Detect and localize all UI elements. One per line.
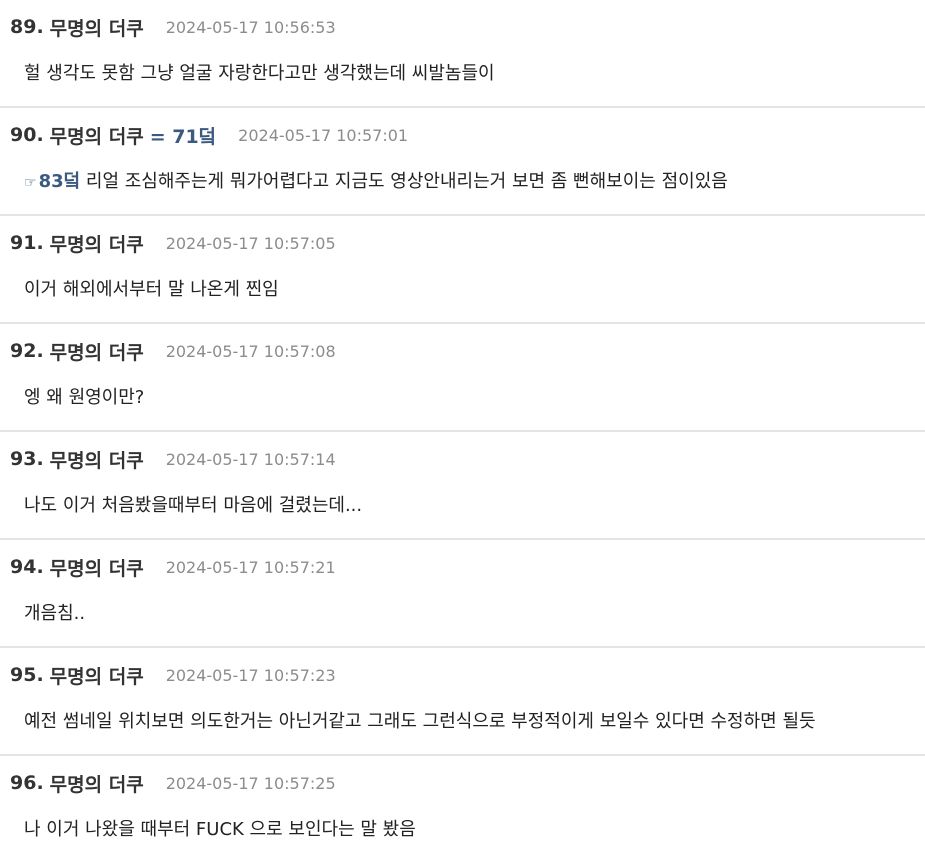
comment-item: 92. 무명의 더쿠 2024-05-17 10:57:08 엥 왜 원영이만? — [0, 324, 925, 432]
comment-timestamp: 2024-05-17 10:56:53 — [165, 17, 336, 37]
comment-anchor-link[interactable]: 83덬 — [39, 171, 81, 192]
comment-item: 96. 무명의 더쿠 2024-05-17 10:57:25 나 이거 나왔을 … — [0, 756, 925, 864]
comment-header: 95. 무명의 더쿠 2024-05-17 10:57:23 — [10, 663, 336, 688]
comment-timestamp: 2024-05-17 10:57:23 — [165, 665, 336, 685]
comment-author: 무명의 더쿠 — [49, 125, 144, 148]
comment-header: 94. 무명의 더쿠 2024-05-17 10:57:21 — [10, 555, 336, 580]
comment-number[interactable]: 91. — [10, 232, 44, 254]
comment-item: 95. 무명의 더쿠 2024-05-17 10:57:23 예전 썸네일 위치… — [0, 648, 925, 756]
comment-author: 무명의 더쿠 — [49, 449, 144, 472]
comment-number[interactable]: 92. — [10, 340, 44, 362]
pointing-hand-icon: ☞ — [24, 175, 37, 191]
comment-item: 90. 무명의 더쿠 = 71덬 2024-05-17 10:57:01 ☞ 83… — [0, 108, 925, 216]
comment-body: 개음침.. — [24, 603, 86, 624]
comment-number[interactable]: 90. — [10, 124, 44, 146]
comment-timestamp: 2024-05-17 10:57:08 — [165, 341, 336, 361]
comment-author: 무명의 더쿠 — [49, 773, 144, 796]
comment-header: 93. 무명의 더쿠 2024-05-17 10:57:14 — [10, 447, 336, 472]
comment-author: 무명의 더쿠 — [49, 17, 144, 40]
comment-number[interactable]: 95. — [10, 664, 44, 686]
comment-body: 헐 생각도 못함 그냥 얼굴 자랑한다고만 생각했는데 씨발놈들이 — [24, 63, 495, 84]
comment-item: 93. 무명의 더쿠 2024-05-17 10:57:14 나도 이거 처음봤… — [0, 432, 925, 540]
comment-item: 89. 무명의 더쿠 2024-05-17 10:56:53 헐 생각도 못함 … — [0, 0, 925, 108]
comment-item: 91. 무명의 더쿠 2024-05-17 10:57:05 이거 해외에서부터… — [0, 216, 925, 324]
comment-header: 91. 무명의 더쿠 2024-05-17 10:57:05 — [10, 231, 336, 256]
comment-author: 무명의 더쿠 — [49, 341, 144, 364]
comment-author: 무명의 더쿠 — [49, 233, 144, 256]
comment-body: 엥 왜 원영이만? — [24, 387, 145, 408]
comment-body: 나도 이거 처음봤을때부터 마음에 걸렸는데... — [24, 495, 363, 516]
comment-body: 이거 해외에서부터 말 나온게 찐임 — [24, 279, 279, 300]
comment-header: 92. 무명의 더쿠 2024-05-17 10:57:08 — [10, 339, 336, 364]
comment-timestamp: 2024-05-17 10:57:25 — [165, 773, 336, 793]
comment-number[interactable]: 96. — [10, 772, 44, 794]
comment-number[interactable]: 89. — [10, 16, 44, 38]
comment-header: 96. 무명의 더쿠 2024-05-17 10:57:25 — [10, 771, 336, 796]
comment-header: 89. 무명의 더쿠 2024-05-17 10:56:53 — [10, 15, 336, 40]
comment-text: 리얼 조심해주는게 뭐가어렵다고 지금도 영상안내리는거 보면 좀 뻔해보이는 … — [80, 171, 728, 192]
comment-timestamp: 2024-05-17 10:57:21 — [165, 557, 336, 577]
comment-timestamp: 2024-05-17 10:57:05 — [165, 233, 336, 253]
comment-body: 나 이거 나왔을 때부터 FUCK 으로 보인다는 말 봤음 — [24, 819, 416, 840]
comment-number[interactable]: 93. — [10, 448, 44, 470]
comment-item: 94. 무명의 더쿠 2024-05-17 10:57:21 개음침.. — [0, 540, 925, 648]
comment-timestamp: 2024-05-17 10:57:01 — [238, 125, 409, 145]
comment-header: 90. 무명의 더쿠 = 71덬 2024-05-17 10:57:01 — [10, 122, 409, 149]
comment-author: 무명의 더쿠 — [49, 665, 144, 688]
comment-body: ☞ 83덬 리얼 조심해주는게 뭐가어렵다고 지금도 영상안내리는거 보면 좀 뻔… — [24, 167, 728, 193]
comment-reply-reference[interactable]: = 71덬 — [150, 122, 216, 149]
comment-number[interactable]: 94. — [10, 556, 44, 578]
comment-body: 예전 썸네일 위치보면 의도한거는 아닌거같고 그래도 그런식으로 부정적이게 … — [24, 711, 816, 732]
comment-author: 무명의 더쿠 — [49, 557, 144, 580]
comment-timestamp: 2024-05-17 10:57:14 — [165, 449, 336, 469]
